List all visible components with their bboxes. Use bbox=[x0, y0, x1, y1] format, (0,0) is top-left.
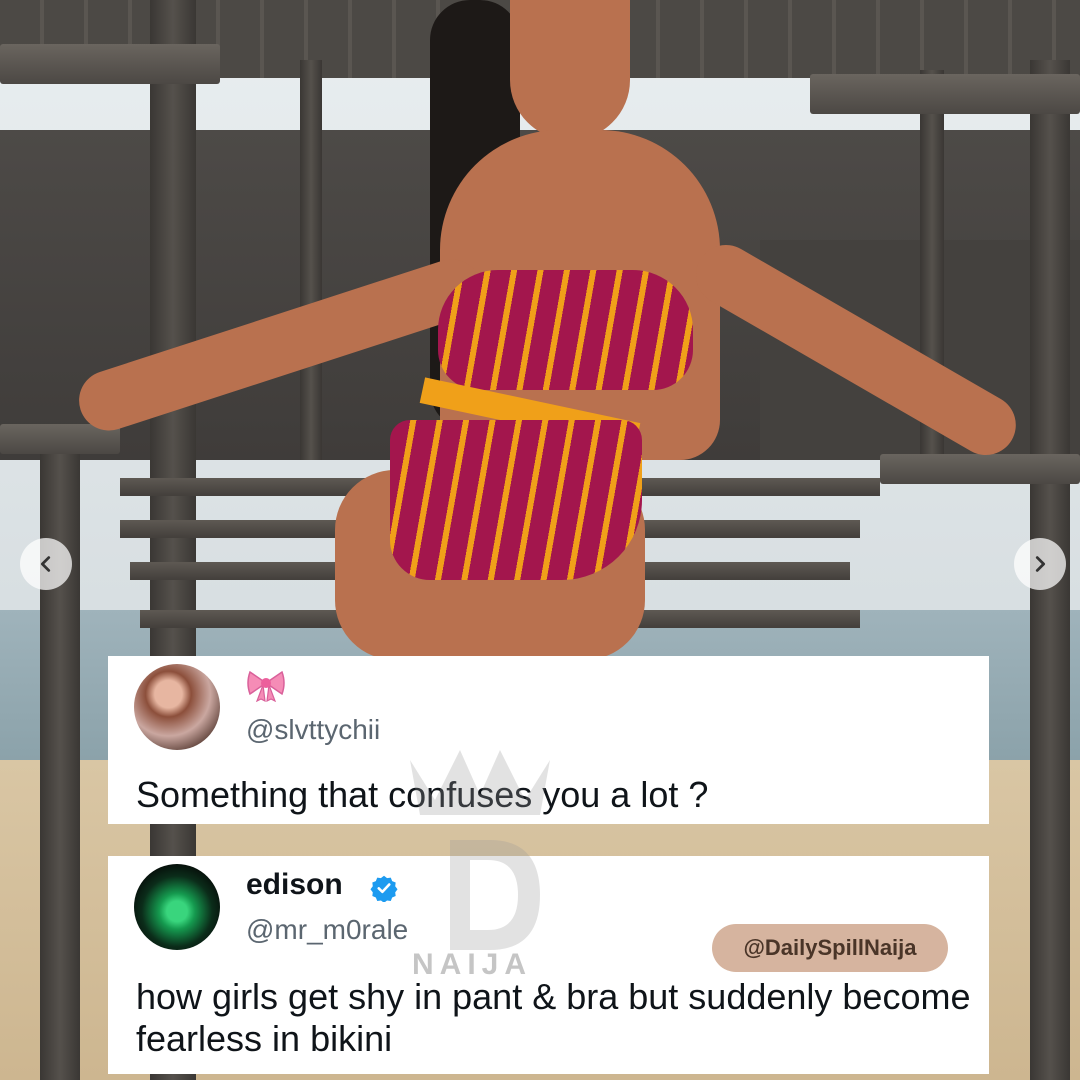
chevron-left-icon bbox=[40, 556, 51, 572]
chevron-right-icon bbox=[1035, 556, 1046, 572]
display-name[interactable]: edison bbox=[246, 868, 343, 902]
carousel-prev-button[interactable] bbox=[20, 538, 72, 590]
carousel-next-button[interactable] bbox=[1014, 538, 1066, 590]
user-handle[interactable]: @slvttychii bbox=[246, 714, 380, 746]
watermark-tag: @DailySpillNaija bbox=[712, 924, 948, 972]
watermark-logo-text: NAIJA bbox=[412, 948, 533, 981]
avatar[interactable] bbox=[134, 864, 220, 950]
ribbon-bow-icon bbox=[247, 670, 285, 702]
avatar[interactable] bbox=[134, 664, 220, 750]
